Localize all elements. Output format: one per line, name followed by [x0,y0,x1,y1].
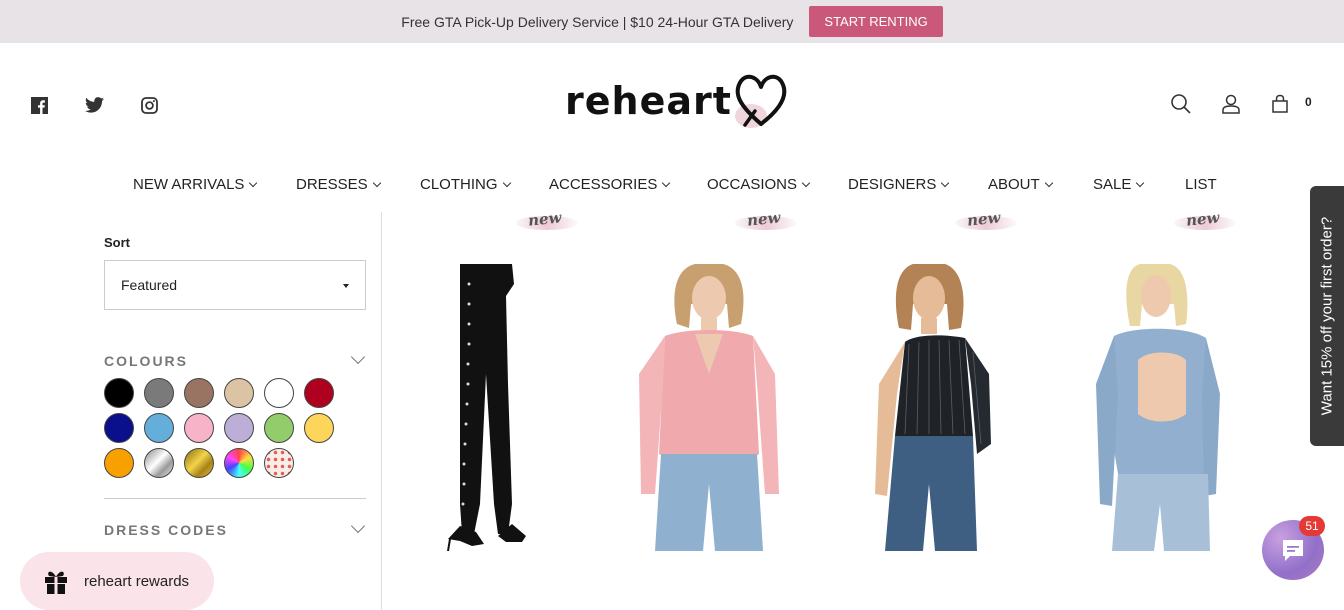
nav-label: NEW ARRIVALS [133,176,245,193]
chat-unread-badge: 51 [1299,516,1325,536]
sort-select[interactable]: Featured [104,260,366,310]
nav-accessories[interactable]: ACCESSORIES [549,176,671,193]
nav-designers[interactable]: DESIGNERS [848,176,950,193]
instagram-icon[interactable] [139,95,159,115]
product-card[interactable]: new [1064,208,1264,553]
nav-label: DESIGNERS [848,176,937,193]
search-icon[interactable] [1170,93,1192,115]
twitter-icon[interactable] [84,95,104,115]
discount-tab-text: Want 15% off your first order? [1318,216,1336,416]
chevron-down-icon [662,178,671,187]
rewards-label: reheart rewards [84,572,190,590]
nav-label: ABOUT [988,176,1040,193]
new-badge: new [512,208,582,238]
swatch-pink[interactable] [184,413,214,443]
swatch-grey[interactable] [144,378,174,408]
swatch-green[interactable] [264,413,294,443]
product-card[interactable]: new [406,208,606,553]
caret-down-icon [343,284,349,288]
nav-clothing[interactable]: CLOTHING [420,176,511,193]
new-badge: new [951,208,1021,238]
swatch-white[interactable] [264,378,294,408]
filter-divider [104,498,366,499]
product-card[interactable]: new [845,208,1045,553]
nav-label: ACCESSORIES [549,176,658,193]
nav-about[interactable]: ABOUT [988,176,1053,193]
swatch-orange[interactable] [104,448,134,478]
dress-codes-filter-title[interactable]: DRESS CODES [104,522,228,538]
product-photo-blue-sweater [1096,264,1220,551]
cart-count: 0 [1305,95,1312,109]
main-nav: NEW ARRIVALS DRESSES CLOTHING ACCESSORIE… [0,176,1344,200]
reheart-logo[interactable]: reheart [565,73,795,137]
product-photo-trousers [447,264,526,551]
sidebar-divider [381,212,382,610]
swatch-brown[interactable] [184,378,214,408]
chevron-down-icon [502,178,511,187]
swatch-beige[interactable] [224,378,254,408]
account-icon[interactable] [1220,93,1242,115]
nav-label: SALE [1093,176,1132,193]
nav-list[interactable]: LIST [1185,176,1217,193]
chevron-down-icon [249,178,258,187]
swatch-yellow[interactable] [304,413,334,443]
announcement-bar: Free GTA Pick-Up Delivery Service | $10 … [0,0,1344,43]
swatch-multicolour[interactable] [224,448,254,478]
sort-label: Sort [104,235,130,250]
product-photo-pink-blouse [639,264,779,551]
heart-logo-icon [735,74,787,128]
logo-text: reheart [565,79,732,123]
new-badge: new [731,208,801,238]
nav-occasions[interactable]: OCCASIONS [707,176,811,193]
nav-dresses[interactable]: DRESSES [296,176,381,193]
swatch-navy[interactable] [104,413,134,443]
swatch-black[interactable] [104,378,134,408]
nav-label: OCCASIONS [707,176,798,193]
chevron-down-icon [941,178,950,187]
announcement-text: Free GTA Pick-Up Delivery Service | $10 … [401,13,794,30]
swatch-purple[interactable] [224,413,254,443]
chevron-down-icon [1136,178,1145,187]
gift-icon [45,571,67,594]
chevron-down-icon[interactable] [350,349,366,365]
product-photo-striped-top [875,264,991,551]
facebook-icon[interactable] [29,95,49,115]
chevron-down-icon [801,178,811,187]
swatch-gold[interactable] [184,448,214,478]
rewards-button[interactable]: reheart rewards [20,552,214,610]
chevron-down-icon[interactable] [350,518,366,534]
nav-label: LIST [1185,176,1217,193]
sort-value: Featured [121,277,178,293]
nav-new-arrivals[interactable]: NEW ARRIVALS [133,176,258,193]
discount-side-tab[interactable]: Want 15% off your first order? [1310,186,1344,446]
swatch-pattern[interactable] [264,448,294,478]
nav-label: DRESSES [296,176,368,193]
chat-bubble-icon [1283,540,1303,561]
swatch-silver[interactable] [144,448,174,478]
swatch-red[interactable] [304,378,334,408]
nav-sale[interactable]: SALE [1093,176,1145,193]
chevron-down-icon [372,178,381,187]
cart-icon[interactable] [1269,93,1291,115]
start-renting-button[interactable]: START RENTING [809,6,943,37]
swatch-blue[interactable] [144,413,174,443]
site-header: reheart 0 [0,43,1344,163]
chevron-down-icon [1044,178,1053,187]
product-card[interactable]: new [625,208,825,553]
colours-filter-title[interactable]: COLOURS [104,353,188,369]
nav-label: CLOTHING [420,176,498,193]
new-badge: new [1170,208,1240,238]
